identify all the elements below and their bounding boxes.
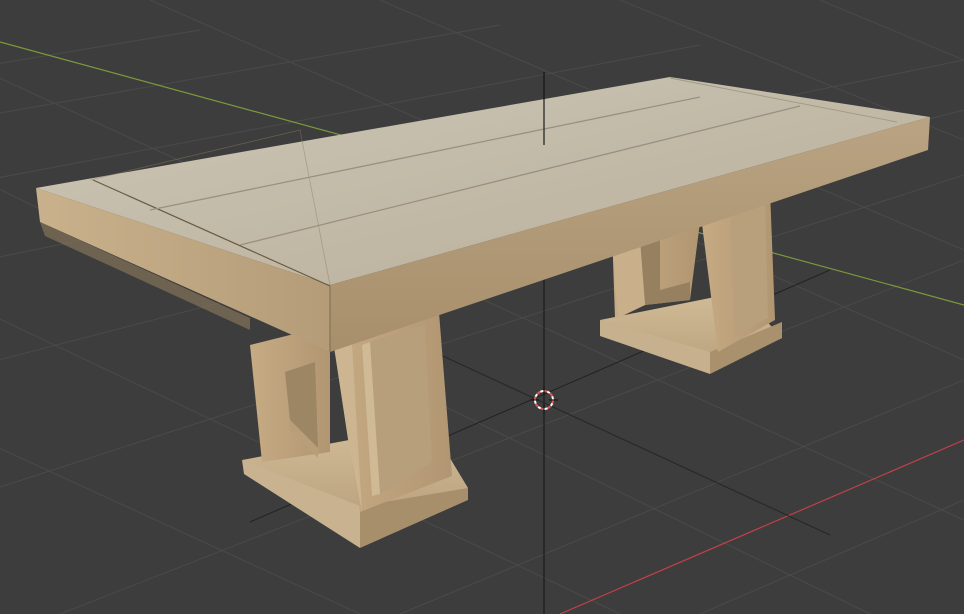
3d-viewport[interactable] bbox=[0, 0, 964, 614]
table-top[interactable] bbox=[36, 77, 930, 352]
floor-grid bbox=[0, 0, 964, 614]
x-axis-line bbox=[559, 439, 964, 614]
viewport-canvas[interactable] bbox=[0, 0, 964, 614]
